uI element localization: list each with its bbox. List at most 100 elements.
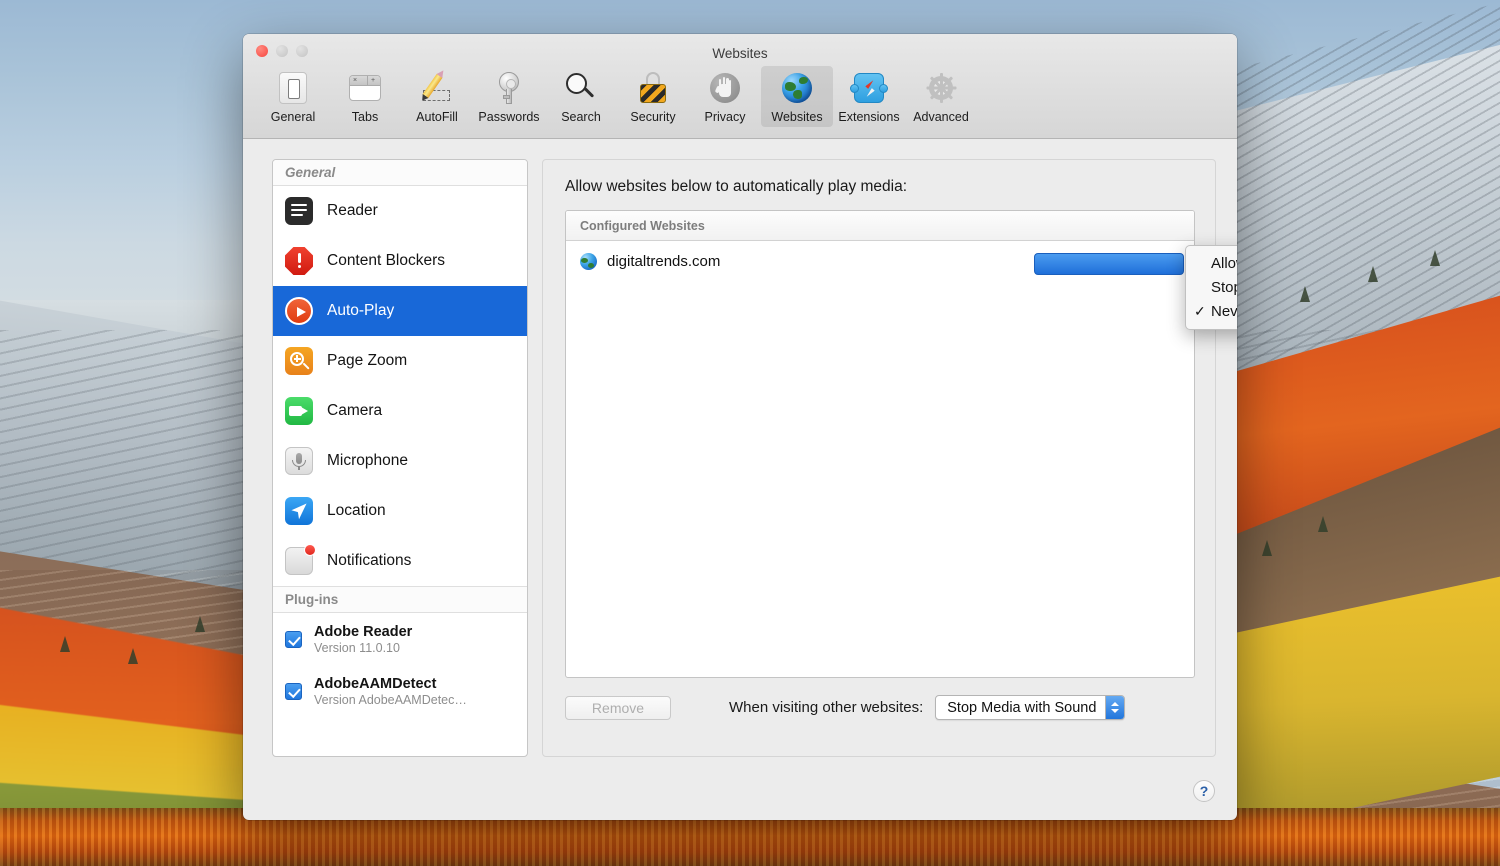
- wallpaper-tree: [1318, 516, 1328, 532]
- page-title: Websites: [712, 46, 768, 61]
- auto-play-icon: [285, 297, 313, 325]
- wallpaper-tree: [195, 616, 205, 632]
- toolbar-item-extensions[interactable]: Extensions: [833, 66, 905, 127]
- tabs-icon: × +: [347, 70, 383, 106]
- toolbar-item-tabs[interactable]: × + Tabs: [329, 66, 401, 127]
- menu-item-stop-media-with-sound[interactable]: Stop Media with Sound: [1186, 275, 1237, 299]
- safari-preferences-window: Websites General × + Tabs AutoFill Passw…: [243, 34, 1237, 820]
- notifications-icon: [285, 544, 316, 575]
- globe-favicon-icon: [580, 252, 597, 270]
- toolbar-item-search[interactable]: Search: [545, 66, 617, 127]
- sidebar-item-label: Page Zoom: [327, 352, 408, 369]
- sidebar-item-label: Notifications: [327, 552, 412, 569]
- auto-play-settings-panel: Allow websites below to automatically pl…: [542, 159, 1216, 757]
- list-column-header: Configured Websites: [566, 211, 1194, 241]
- general-icon: [275, 70, 311, 106]
- sidebar-group-general: General: [273, 160, 527, 186]
- sidebar-item-label: Reader: [327, 202, 378, 219]
- toolbar-label: Advanced: [913, 110, 969, 124]
- menu-item-allow-all-auto-play[interactable]: Allow All Auto-Play: [1186, 251, 1237, 275]
- microphone-icon: [285, 447, 313, 475]
- toolbar-item-advanced[interactable]: Advanced: [905, 66, 977, 127]
- toolbar-label: Passwords: [478, 110, 540, 124]
- toolbar-item-security[interactable]: Security: [617, 66, 689, 127]
- sidebar-item-page-zoom[interactable]: Page Zoom: [273, 336, 527, 386]
- menu-checkmark: ✓: [1194, 302, 1206, 319]
- content-blockers-icon: [285, 247, 313, 275]
- sidebar-item-microphone[interactable]: Microphone: [273, 436, 527, 486]
- settings-sidebar: General Reader Content Blockers Auto-Pla…: [272, 159, 528, 757]
- preferences-toolbar: General × + Tabs AutoFill Passwords Sear…: [257, 66, 977, 127]
- plugin-name: AdobeAAMDetect: [314, 675, 437, 692]
- sidebar-item-label: Auto-Play: [327, 302, 395, 319]
- plugin-row-adobeaamdetect[interactable]: AdobeAAMDetect Version AdobeAAMDetec…: [273, 665, 527, 717]
- sidebar-item-location[interactable]: Location: [273, 486, 527, 536]
- sidebar-item-label: Microphone: [327, 452, 408, 469]
- plugin-checkbox[interactable]: [285, 630, 302, 648]
- sidebar-item-label: Location: [327, 502, 386, 519]
- toolbar-item-passwords[interactable]: Passwords: [473, 66, 545, 127]
- reader-icon: [285, 197, 313, 225]
- desktop-wallpaper: Websites General × + Tabs AutoFill Passw…: [0, 0, 1500, 866]
- plugin-name: Adobe Reader: [314, 623, 413, 640]
- row-autoplay-popup-button[interactable]: [1034, 253, 1184, 275]
- help-button[interactable]: ?: [1193, 780, 1215, 802]
- plugin-version: Version AdobeAAMDetec…: [314, 692, 467, 707]
- sidebar-item-content-blockers[interactable]: Content Blockers: [273, 236, 527, 286]
- default-behavior-value: Stop Media with Sound: [947, 699, 1097, 716]
- toolbar-label: Security: [630, 110, 676, 124]
- toolbar-label: Extensions: [838, 110, 900, 124]
- menu-item-label: Allow All Auto-Play: [1211, 254, 1237, 272]
- preferences-body: General Reader Content Blockers Auto-Pla…: [243, 139, 1237, 820]
- remove-button[interactable]: Remove: [565, 695, 671, 720]
- configured-websites-list[interactable]: Configured Websites digitaltrends.com: [565, 210, 1195, 678]
- advanced-gear-icon: [923, 70, 959, 106]
- sidebar-item-label: Content Blockers: [327, 252, 446, 269]
- location-icon: [285, 497, 313, 525]
- page-zoom-icon: [285, 347, 313, 375]
- sidebar-item-notifications[interactable]: Notifications: [273, 536, 527, 586]
- search-magnifier-icon: [563, 70, 599, 106]
- sidebar-item-label: Camera: [327, 402, 383, 419]
- menu-item-label: Stop Media with Sound: [1211, 278, 1237, 296]
- sidebar-item-camera[interactable]: Camera: [273, 386, 527, 436]
- toolbar-label: AutoFill: [416, 110, 458, 124]
- toolbar-item-websites[interactable]: Websites: [761, 66, 833, 127]
- plugin-row-adobe-reader[interactable]: Adobe Reader Version 11.0.10: [273, 613, 527, 665]
- wallpaper-tree: [1430, 250, 1440, 266]
- extensions-puzzle-icon: [850, 70, 888, 106]
- menu-item-label: Never Auto-Play: [1211, 302, 1237, 320]
- toolbar-item-privacy[interactable]: Privacy: [689, 66, 761, 127]
- window-titlebar: Websites General × + Tabs AutoFill Passw…: [243, 34, 1237, 139]
- site-name: digitaltrends.com: [607, 252, 721, 270]
- sidebar-item-auto-play[interactable]: Auto-Play: [273, 286, 527, 336]
- default-behavior-label: When visiting other websites:: [729, 699, 924, 716]
- panel-footer-controls: Remove When visiting other websites: Sto…: [565, 695, 1195, 720]
- websites-globe-icon: [779, 70, 815, 106]
- toolbar-label: Websites: [771, 110, 823, 124]
- sidebar-item-reader[interactable]: Reader: [273, 186, 527, 236]
- sidebar-group-plugins: Plug-ins: [273, 586, 527, 613]
- menu-item-never-auto-play[interactable]: ✓ Never Auto-Play: [1186, 299, 1237, 323]
- stepper-icon[interactable]: [1105, 696, 1125, 719]
- camera-icon: [285, 397, 313, 425]
- wallpaper-tree: [128, 648, 138, 664]
- toolbar-label: Privacy: [704, 110, 746, 124]
- toolbar-label: Search: [561, 110, 601, 124]
- plugin-checkbox[interactable]: [285, 682, 302, 700]
- plugin-version: Version 11.0.10: [314, 640, 400, 655]
- panel-heading: Allow websites below to automatically pl…: [565, 178, 908, 195]
- passwords-key-icon: [491, 70, 527, 106]
- privacy-hand-icon: [707, 70, 743, 106]
- toolbar-item-autofill[interactable]: AutoFill: [401, 66, 473, 127]
- security-lock-icon: [635, 70, 671, 106]
- autofill-icon: [419, 70, 455, 106]
- default-behavior-select[interactable]: Stop Media with Sound: [935, 695, 1126, 720]
- toolbar-item-general[interactable]: General: [257, 66, 329, 127]
- autoplay-popup-menu[interactable]: Allow All Auto-Play Stop Media with Soun…: [1185, 245, 1237, 330]
- wallpaper-tree: [1300, 286, 1310, 302]
- toolbar-label: Tabs: [351, 110, 379, 124]
- wallpaper-tree: [1262, 540, 1272, 556]
- toolbar-label: General: [270, 110, 316, 124]
- wallpaper-tree: [1368, 266, 1378, 282]
